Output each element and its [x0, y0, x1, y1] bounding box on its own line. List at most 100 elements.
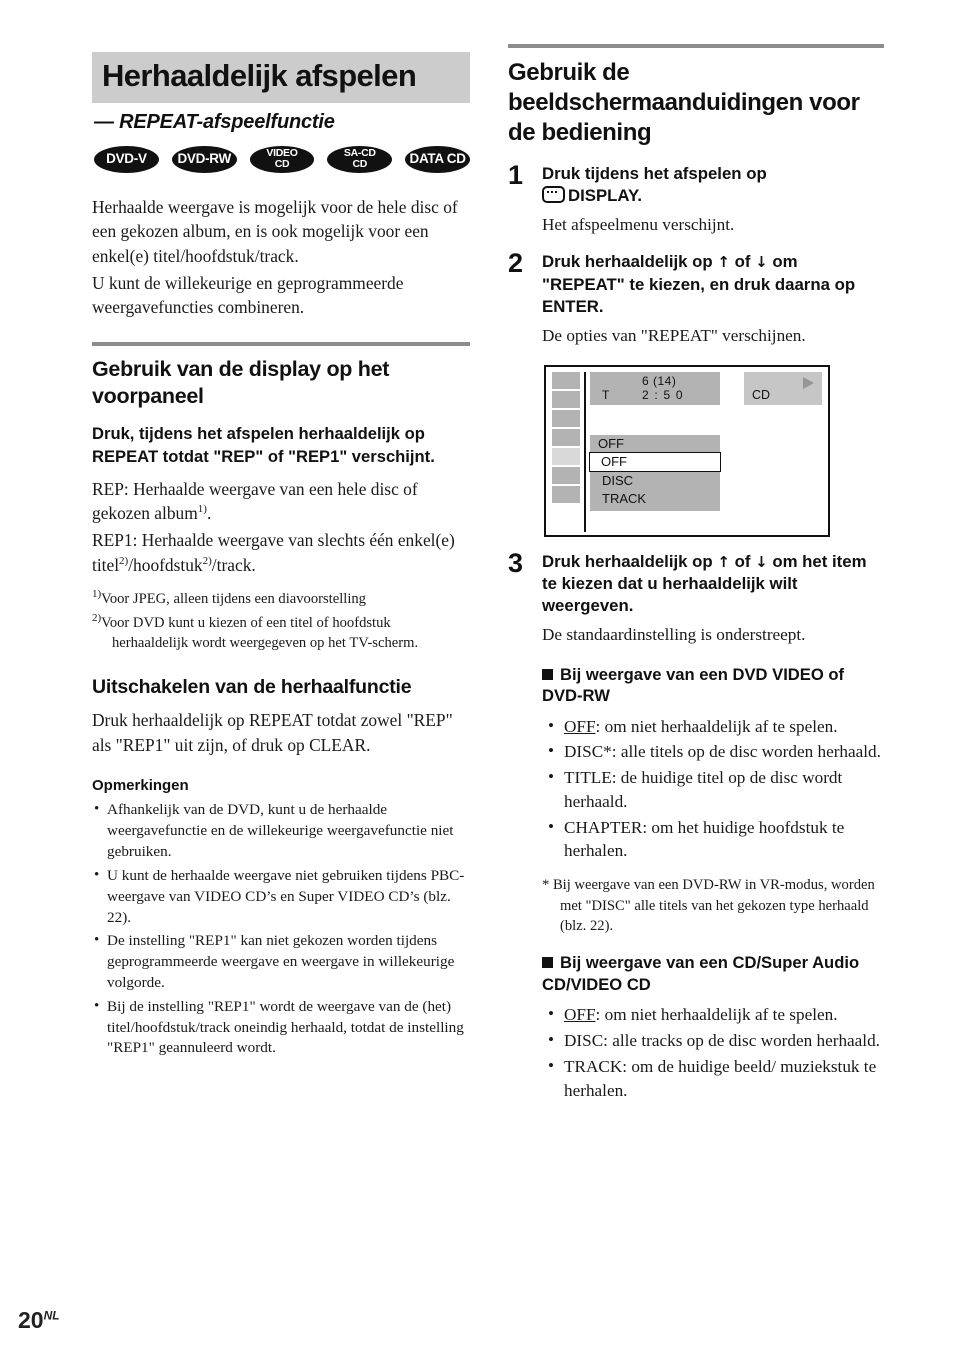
osd-track-number: 6 (14)	[642, 373, 677, 388]
cd-option-disc-text: : alle tracks op de disc worden herhaald…	[603, 1031, 880, 1051]
step-1: 1 Druk tijdens het afspelen op DISPLAY. …	[508, 161, 884, 244]
cd-section-heading: Bij weergave van een CD/Super Audio CD/V…	[542, 952, 884, 995]
osd-icon-column	[552, 371, 580, 505]
osd-icon-cell	[552, 390, 580, 410]
notes-list: Afhankelijk van de DVD, kunt u de herhaa…	[92, 799, 470, 1059]
page-number: 20	[18, 1307, 44, 1333]
step-1-body: Druk tijdens het afspelen op DISPLAY. He…	[542, 161, 884, 244]
footnote-1-text: Voor JPEG, alleen tijdens een diavoorste…	[101, 591, 366, 608]
step-3-title-part-1: Druk herhaaldelijk op	[542, 551, 713, 571]
rep1-footnote-ref-2: 2)	[202, 554, 212, 567]
rep-description-suffix: .	[206, 503, 212, 524]
step-1-title-before-icon: Druk tijdens het afspelen op	[542, 163, 767, 183]
dvd-option-off-text: : om niet herhaaldelijk af te spelen.	[595, 716, 838, 736]
dvd-section-heading: Bij weergave van een DVD VIDEO of DVD-RW	[542, 664, 884, 707]
dvd-option-chapter-term: CHAPTER	[564, 817, 643, 837]
dvd-option-disc: DISC*: alle titels op de disc worden her…	[542, 739, 884, 764]
step-3-description: De standaardinstelling is onderstreept.	[542, 625, 806, 645]
footnote-2-text: Voor DVD kunt u kiezen of een titel of h…	[101, 615, 419, 652]
step-2-title-part-1: Druk herhaaldelijk op	[542, 252, 713, 272]
badge-dvd-rw: DVD-RW	[171, 145, 237, 173]
arrow-down-icon: ↓	[755, 552, 768, 571]
arrow-up-icon: ↑	[717, 253, 730, 272]
step-1-description: Het afspeelmenu verschijnt.	[542, 215, 735, 235]
document-page: Herhaaldelijk afspelen — REPEAT-afspeelf…	[0, 0, 954, 1352]
step-3-title: Druk herhaaldelijk op ↑ of ↓ om het item…	[542, 551, 884, 618]
section-divider-rule	[92, 342, 470, 347]
badge-dvd-rw-label: DVD-RW	[177, 151, 231, 167]
square-bullet-icon	[542, 668, 553, 680]
page-number-footer: 20NL	[18, 1307, 60, 1334]
note-item: Afhankelijk van de DVD, kunt u de herhaa…	[92, 799, 470, 862]
cd-option-track-term: TRACK	[564, 1056, 623, 1076]
step-2-title-part-2: of	[734, 252, 751, 272]
note-item: U kunt de herhaalde weergave niet gebrui…	[92, 865, 470, 928]
osd-disc-type-label: CD	[752, 387, 771, 402]
note-item: Bij de instelling "REP1" wordt de weerga…	[92, 996, 470, 1059]
badge-sa-cd-line2: CD	[352, 158, 368, 171]
dvd-option-title-term: TITLE	[564, 768, 612, 788]
rep1-description-part-b: /hoofdstuk	[128, 554, 203, 575]
osd-option-track[interactable]: TRACK	[590, 490, 720, 508]
left-column: Herhaaldelijk afspelen — REPEAT-afspeelf…	[92, 52, 470, 1062]
osd-icon-cell	[552, 466, 580, 486]
osd-current-setting: OFF	[590, 434, 720, 452]
cd-option-off: OFF: om niet herhaaldelijk af te spelen.	[542, 1002, 884, 1027]
display-instruction-lead: Druk, tijdens het afspelen herhaaldelijk…	[92, 424, 435, 466]
osd-icon-cell	[552, 409, 580, 429]
dvd-option-chapter: CHAPTER: om het huidige hoofdstuk te her…	[542, 815, 884, 863]
footnote-2: 2)Voor DVD kunt u kiezen of een titel of…	[92, 611, 470, 653]
badge-data-cd-label: DATA CD	[409, 151, 466, 167]
page-title-banner: Herhaaldelijk afspelen	[92, 52, 470, 103]
cd-option-disc-term: DISC	[564, 1031, 604, 1051]
osd-info-bar: 6 (14) T 2 : 5 0	[590, 371, 720, 405]
step-3-title-part-2: of	[734, 551, 751, 571]
arrow-up-icon: ↑	[717, 552, 730, 571]
dvd-option-off: OFF: om niet herhaaldelijk af te spelen.	[542, 714, 884, 739]
rep1-description: REP1: Herhaalde weergave van slechts één…	[92, 528, 470, 577]
right-column: Gebruik de beeldschermaanduidingen voor …	[508, 44, 884, 1112]
dvd-section-heading-text: Bij weergave van een DVD VIDEO of DVD-RW	[542, 664, 845, 706]
rep1-footnote-ref-1: 2)	[119, 554, 129, 567]
dvd-option-disc-term: DISC*	[564, 742, 612, 762]
step-1-title-after-icon: DISPLAY.	[568, 186, 642, 206]
step-2-body: Druk herhaaldelijk op ↑ of ↓ om "REPEAT"…	[542, 249, 884, 354]
badge-video-cd: VIDEO CD	[249, 145, 315, 173]
rep-description-text: REP: Herhaalde weergave van een hele dis…	[92, 478, 418, 524]
step-3-number: 3	[508, 547, 524, 578]
step-3: 3 Druk herhaaldelijk op ↑ of ↓ om het it…	[508, 547, 884, 1107]
square-bullet-icon	[542, 957, 553, 969]
osd-screen-illustration: 6 (14) T 2 : 5 0 CD OFF OFF DISC TRACK	[544, 364, 830, 537]
dvd-option-off-term: OFF	[564, 716, 596, 736]
step-2-description: De opties van "REPEAT" verschijnen.	[542, 326, 806, 346]
badge-sa-cd: SA-CD CD	[327, 145, 393, 173]
cd-option-disc: DISC: alle tracks op de disc worden herh…	[542, 1028, 884, 1053]
turn-off-description: Druk herhaaldelijk op REPEAT totdat zowe…	[92, 709, 453, 755]
badge-video-cd-line2: CD	[274, 158, 290, 171]
intro-paragraph-2: U kunt de willekeurige en geprogrammeerd…	[92, 272, 404, 318]
dvd-option-disc-text: : alle titels op de disc worden herhaald…	[611, 742, 881, 762]
osd-elapsed-time: 2 : 5 0	[642, 387, 684, 402]
footnote-2-mark: 2)	[92, 612, 102, 625]
osd-icon-cell	[552, 428, 580, 448]
dvd-option-list: OFF: om niet herhaaldelijk af te spelen.…	[542, 714, 884, 863]
badge-dvd-v-label: DVD-V	[106, 151, 147, 167]
notes-heading: Opmerkingen	[92, 777, 189, 795]
osd-option-off[interactable]: OFF	[589, 451, 721, 472]
step-1-title: Druk tijdens het afspelen op DISPLAY.	[542, 163, 884, 208]
cd-option-off-term: OFF	[564, 1005, 596, 1025]
arrow-down-icon: ↓	[755, 253, 768, 272]
osd-icon-cell	[552, 371, 580, 391]
intro-paragraph-1: Herhaalde weergave is mogelijk voor de h…	[92, 196, 458, 266]
cd-option-off-text: : om niet herhaaldelijk af te spelen.	[595, 1005, 838, 1025]
dvd-star-footnote: * Bij weergave van een DVD-RW in VR-modu…	[542, 877, 875, 934]
page-title: Herhaaldelijk afspelen	[102, 58, 417, 93]
osd-option-list: OFF DISC TRACK	[589, 451, 721, 511]
osd-option-disc[interactable]: DISC	[590, 472, 720, 490]
step-2-number: 2	[508, 248, 524, 279]
osd-vertical-divider	[584, 371, 586, 532]
step-2: 2 Druk herhaaldelijk op ↑ of ↓ om "REPEA…	[508, 249, 884, 354]
footnote-1-mark: 1)	[92, 588, 102, 601]
right-column-top-rule	[508, 44, 884, 48]
disc-type-badge-list: DVD-V DVD-RW VIDEO CD SA-CD CD DATA CD	[94, 145, 470, 173]
